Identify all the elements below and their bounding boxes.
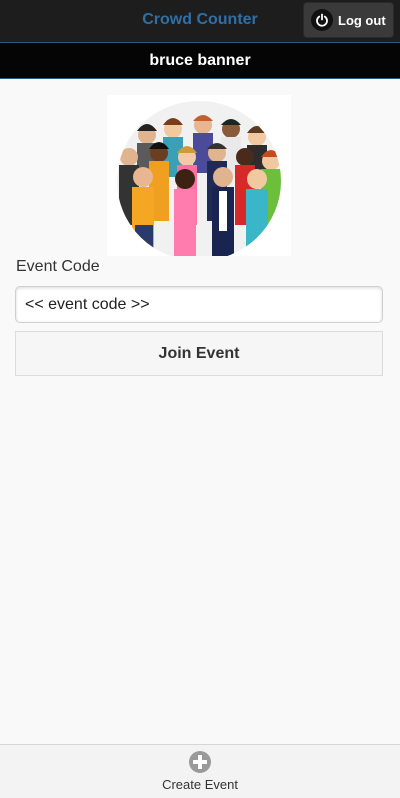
create-event-button[interactable]: Create Event [140, 745, 260, 798]
logout-button[interactable]: Log out [303, 2, 394, 38]
user-bar: bruce banner [0, 42, 400, 79]
event-code-label: Event Code [16, 258, 100, 275]
create-event-label: Create Event [162, 777, 238, 792]
footer-bar: Create Event [0, 744, 400, 798]
join-event-button[interactable]: Join Event [15, 331, 383, 376]
plus-circle-icon [189, 751, 211, 773]
app-header: Crowd Counter Log out [0, 0, 400, 42]
user-name: bruce banner [149, 52, 251, 69]
logout-label: Log out [338, 12, 386, 28]
crowd-illustration [107, 95, 291, 261]
power-icon [311, 9, 333, 31]
event-code-input[interactable] [15, 286, 383, 323]
